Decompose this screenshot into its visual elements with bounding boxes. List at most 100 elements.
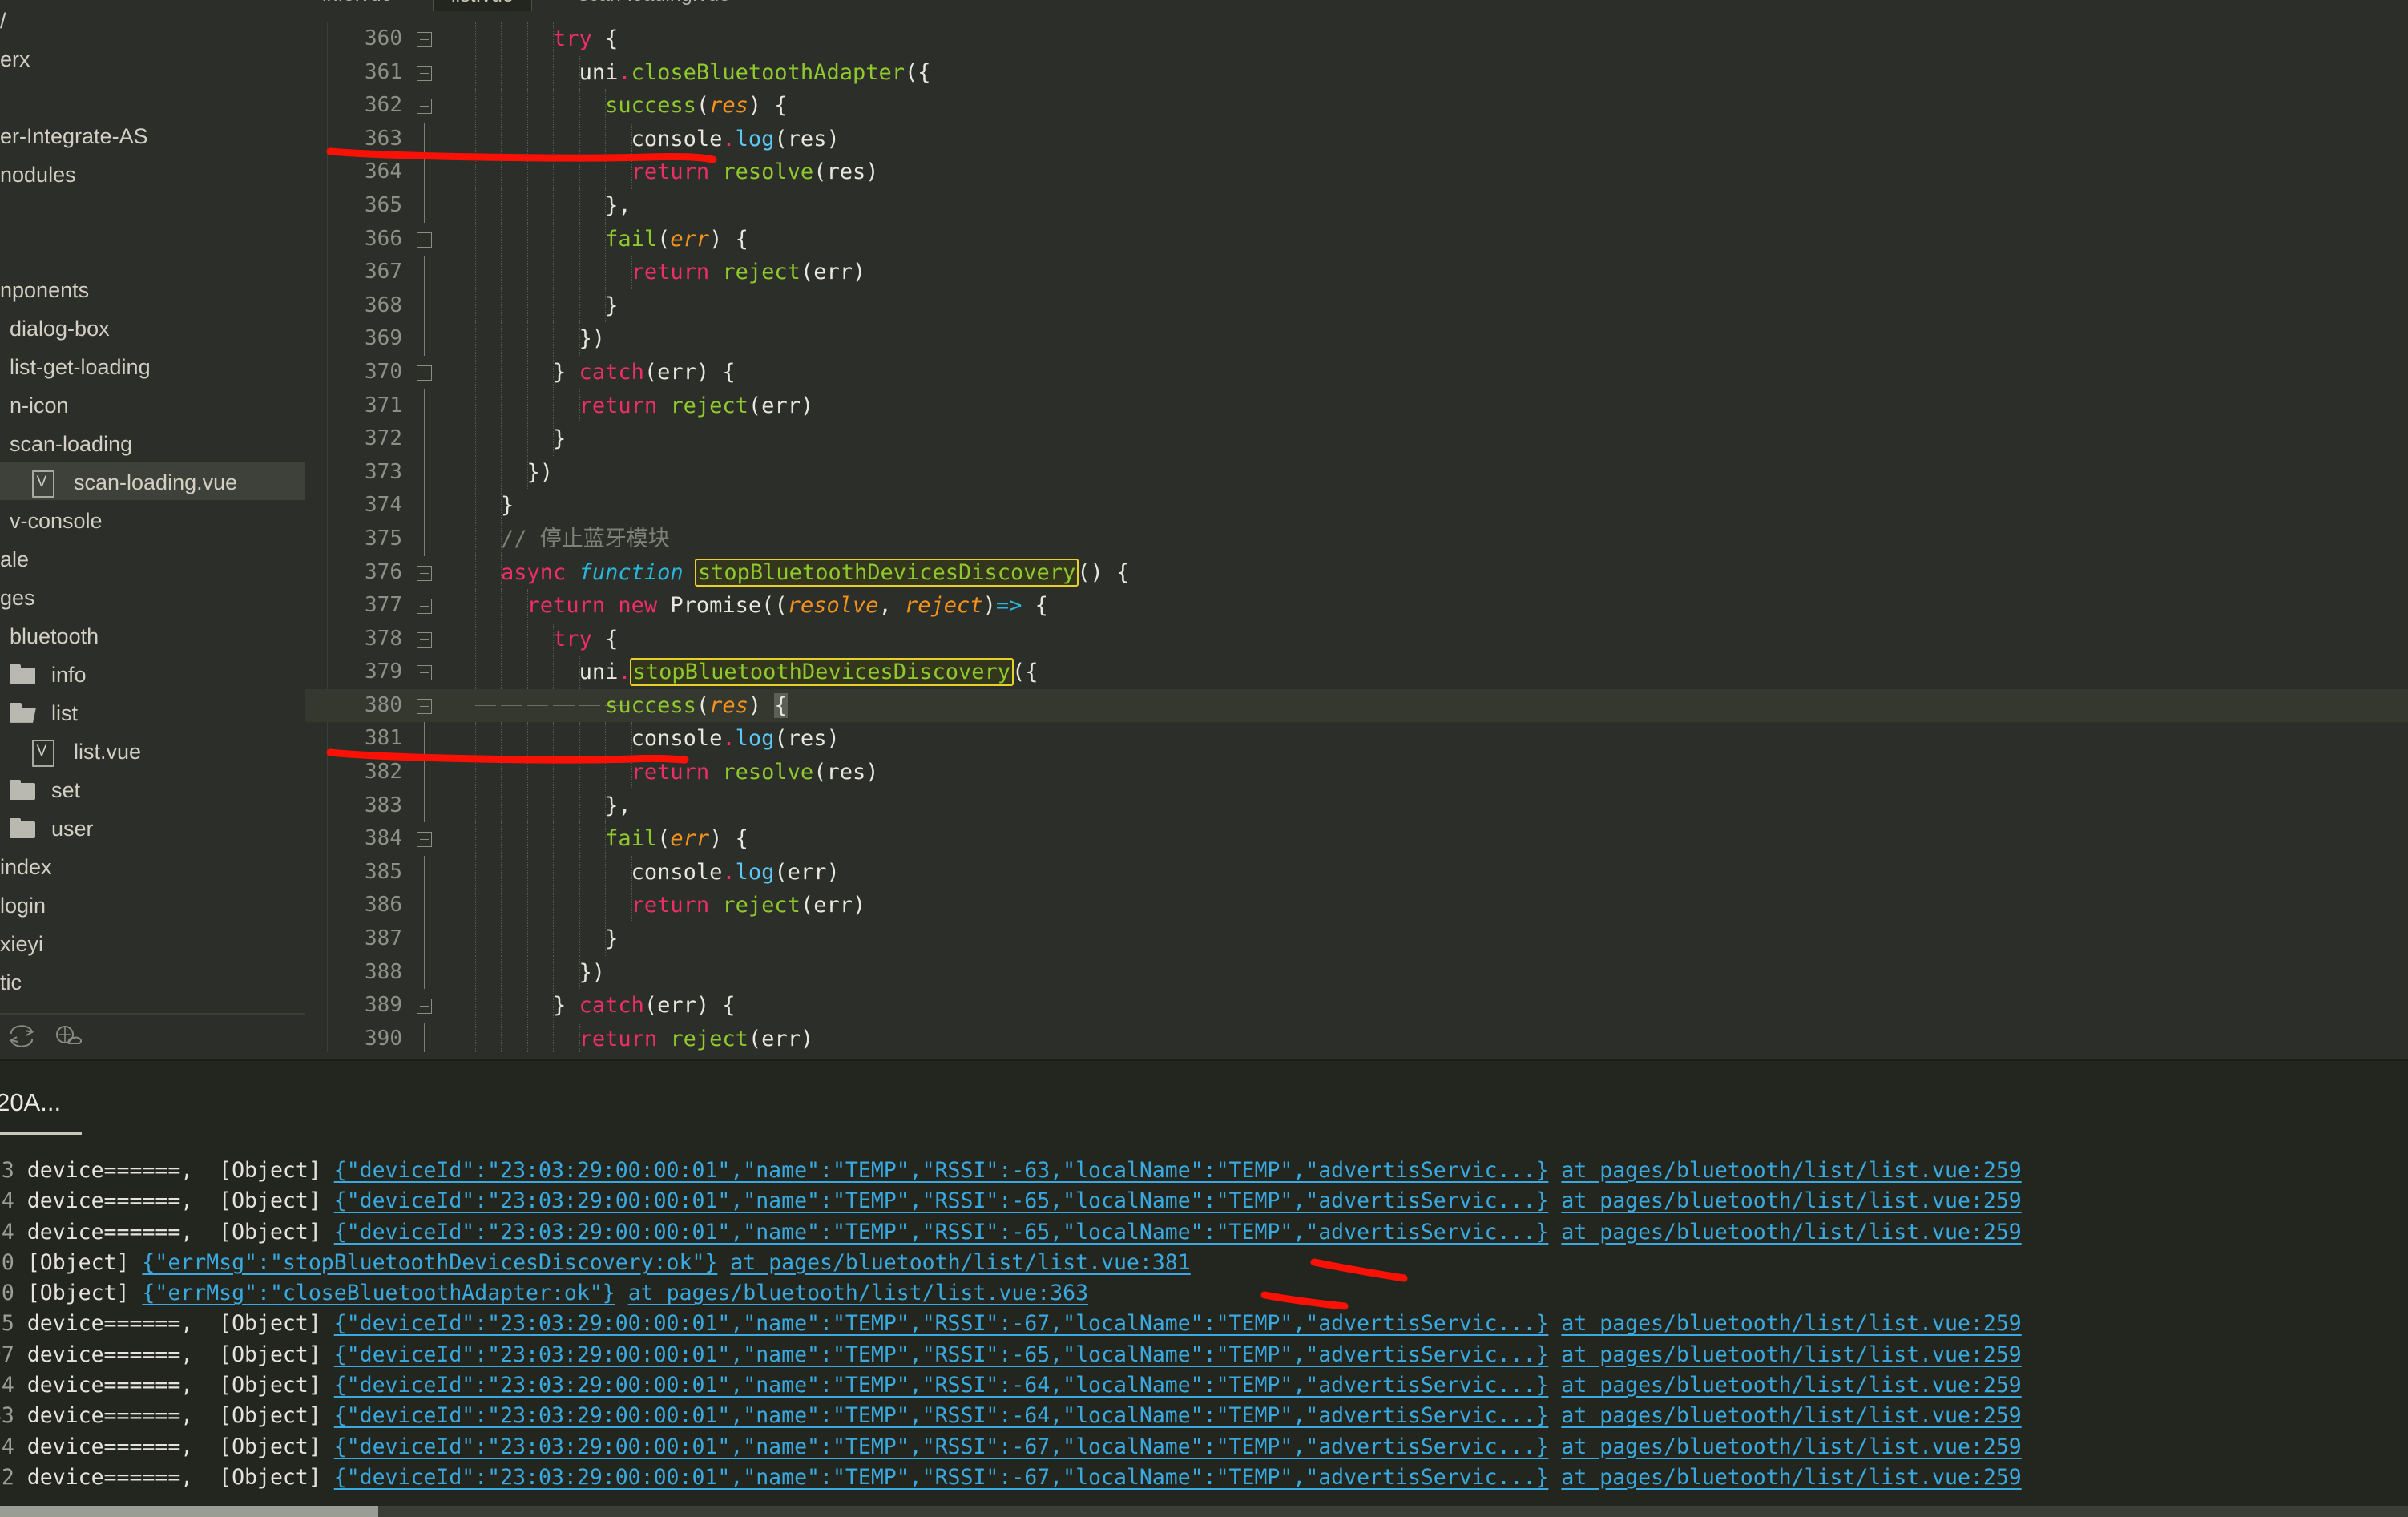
log-source-link[interactable]: at pages/bluetooth/list/list.vue:259 [1561, 1434, 2021, 1459]
log-source-link[interactable]: at pages/bluetooth/list/list.vue:259 [1561, 1311, 2021, 1336]
code-line-388[interactable]: 388 }) [305, 955, 2408, 990]
code-line-363[interactable]: 363 console.log(res) [305, 122, 2408, 156]
code-line-371[interactable]: 371 return reject(err) [305, 389, 2408, 423]
console-log-row[interactable]: 297 device======, [Object] {"deviceId":"… [0, 1340, 2384, 1370]
tree-item-set[interactable]: set [0, 769, 305, 808]
tree-item-list[interactable]: list [0, 692, 305, 731]
code-line-365[interactable]: 365 }, [305, 188, 2408, 223]
log-payload-link[interactable]: {"deviceId":"23:03:29:00:00:01","name":"… [334, 1220, 1549, 1245]
log-source-link[interactable]: at pages/bluetooth/list/list.vue:363 [628, 1281, 1088, 1305]
horizontal-scrollbar[interactable] [0, 1506, 2408, 1517]
code-editor[interactable]: 360 try {361 uni.closeBluetoothAdapter({… [305, 22, 2408, 1052]
code-line-370[interactable]: 370 } catch(err) { [305, 355, 2408, 389]
code-line-373[interactable]: 373 }) [305, 455, 2408, 490]
tab-scan-loading-vue[interactable]: scan-loading.vue [561, 0, 748, 11]
log-payload-link[interactable]: {"deviceId":"23:03:29:00:00:01","name":"… [334, 1373, 1549, 1398]
code-line-366[interactable]: 366 fail(err) { [305, 222, 2408, 256]
code-line-361[interactable]: 361 uni.closeBluetoothAdapter({ [305, 55, 2408, 90]
console-tab-bar[interactable]: DSLDU20A... [0, 1082, 2408, 1135]
tree-item-scan-loading[interactable]: scan-loading [0, 423, 305, 462]
tree-item-scan-loading-vue[interactable]: scan-loading.vue [0, 462, 305, 500]
log-payload-link[interactable]: {"deviceId":"23:03:29:00:00:01","name":"… [334, 1403, 1549, 1428]
log-source-link[interactable]: at pages/bluetooth/list/list.vue:259 [1561, 1342, 2021, 1367]
code-line-362[interactable]: 362 success(res) { [305, 89, 2408, 123]
log-payload-link[interactable]: {"deviceId":"23:03:29:00:00:01","name":"… [334, 1465, 1549, 1490]
fold-toggle-icon[interactable] [417, 631, 432, 648]
tree-item-index[interactable]: index [0, 846, 305, 885]
log-payload-link[interactable]: {"deviceId":"23:03:29:00:00:01","name":"… [334, 1434, 1549, 1459]
fold-toggle-icon[interactable] [417, 665, 432, 681]
log-payload-link[interactable]: {"errMsg":"stopBluetoothDevicesDiscovery… [142, 1250, 717, 1275]
console-device-tab[interactable]: DSLDU20A... [0, 1088, 61, 1117]
tree-item-xieyi[interactable]: xieyi [0, 923, 305, 962]
tab-list-vue[interactable]: list.vue [433, 0, 532, 11]
console-log-row[interactable]: 454 device======, [Object] {"deviceId":"… [0, 1186, 2384, 1216]
tree-item--[interactable]: / [0, 0, 305, 38]
fold-toggle-icon[interactable] [417, 232, 432, 248]
code-line-385[interactable]: 385 console.log(err) [305, 855, 2408, 890]
tree-item-list-vue[interactable]: list.vue [0, 731, 305, 769]
log-source-link[interactable]: at pages/bluetooth/list/list.vue:259 [1561, 1188, 2021, 1213]
code-line-384[interactable]: 384 fail(err) { [305, 822, 2408, 856]
code-line-376[interactable]: 376 async function stopBluetoothDevicesD… [305, 555, 2408, 590]
log-source-link[interactable]: at pages/bluetooth/list/list.vue:259 [1561, 1373, 2021, 1398]
log-payload-link[interactable]: {"deviceId":"23:03:29:00:00:01","name":"… [334, 1311, 1549, 1336]
console-log-row[interactable]: 470 [Object] {"errMsg":"closeBluetoothAd… [0, 1278, 2384, 1309]
log-source-link[interactable]: at pages/bluetooth/list/list.vue:259 [1561, 1220, 2021, 1245]
tree-item-nponents[interactable]: nponents [0, 269, 305, 308]
code-line-382[interactable]: 382 return resolve(res) [305, 756, 2408, 789]
console-log-list[interactable]: 423 device======, [Object] {"deviceId":"… [0, 1156, 2384, 1492]
fold-toggle-icon[interactable] [417, 832, 432, 848]
code-line-379[interactable]: 379 uni.stopBluetoothDevicesDiscovery({ [305, 656, 2408, 689]
log-payload-link[interactable]: {"errMsg":"closeBluetoothAdapter:ok"} [142, 1281, 615, 1305]
tree-item-bluetooth[interactable]: bluetooth [0, 615, 305, 654]
code-line-383[interactable]: 383 }, [305, 789, 2408, 823]
code-line-375[interactable]: 375 // 停止蓝牙模块 [305, 522, 2408, 556]
code-line-377[interactable]: 377 return new Promise((resolve, reject)… [305, 589, 2408, 623]
fold-toggle-icon[interactable] [417, 32, 432, 47]
console-log-row[interactable]: 454 device======, [Object] {"deviceId":"… [0, 1217, 2384, 1248]
tree-item-erx[interactable]: erx [0, 38, 305, 77]
tab-info-vue[interactable]: info.vue [305, 0, 410, 11]
console-log-row[interactable]: 032 device======, [Object] {"deviceId":"… [0, 1463, 2384, 1492]
code-line-390[interactable]: 390 return reject(err) [305, 1022, 2408, 1052]
code-line-386[interactable]: 386 return reject(err) [305, 889, 2408, 923]
log-payload-link[interactable]: {"deviceId":"23:03:29:00:00:01","name":"… [334, 1188, 1549, 1213]
code-line-372[interactable]: 372 } [305, 422, 2408, 456]
file-explorer-sidebar[interactable]: / erx er-Integrate-AS nodules nponents dialog… [0, 0, 305, 1014]
tree-item-list-get-loading[interactable]: list-get-loading [0, 346, 305, 385]
log-payload-link[interactable]: {"deviceId":"23:03:29:00:00:01","name":"… [334, 1342, 1549, 1367]
log-source-link[interactable]: at pages/bluetooth/list/list.vue:259 [1561, 1465, 2021, 1490]
console-log-row[interactable]: 470 [Object] {"errMsg":"stopBluetoothDev… [0, 1248, 2384, 1278]
tree-item-dialog-box[interactable]: dialog-box [0, 308, 305, 346]
code-line-380[interactable]: 380 success(res) { [305, 688, 2408, 723]
code-line-367[interactable]: 367 return reject(err) [305, 256, 2408, 289]
code-line-360[interactable]: 360 try { [305, 22, 2408, 56]
sync-icon[interactable] [8, 1024, 35, 1048]
fold-toggle-icon[interactable] [417, 65, 432, 81]
code-line-364[interactable]: 364 return resolve(res) [305, 155, 2408, 189]
console-panel[interactable]: DSLDU20A... 423 device======, [Object] {… [0, 1059, 2408, 1517]
horizontal-scrollbar-thumb[interactable] [0, 1506, 378, 1517]
code-line-374[interactable]: 374 } [305, 489, 2408, 522]
code-line-389[interactable]: 389 } catch(err) { [305, 989, 2408, 1023]
fold-toggle-icon[interactable] [417, 599, 432, 615]
tree-item-user[interactable]: user [0, 808, 305, 846]
console-log-row[interactable]: 243 device======, [Object] {"deviceId":"… [0, 1401, 2384, 1431]
console-log-row[interactable]: 954 device======, [Object] {"deviceId":"… [0, 1432, 2384, 1463]
tree-item-tic[interactable]: tic [0, 962, 305, 1000]
log-source-link[interactable]: at pages/bluetooth/list/list.vue:381 [730, 1250, 1190, 1275]
tree-item-ges[interactable]: ges [0, 577, 305, 615]
log-source-link[interactable]: at pages/bluetooth/list/list.vue:259 [1561, 1158, 2021, 1183]
tree-item-er-integrate-as[interactable]: er-Integrate-AS [0, 115, 305, 154]
tree-item-n-icon[interactable]: n-icon [0, 385, 305, 423]
console-log-row[interactable]: 423 device======, [Object] {"deviceId":"… [0, 1156, 2384, 1186]
tree-item-info[interactable]: info [0, 654, 305, 692]
fold-toggle-icon[interactable] [417, 698, 432, 714]
console-log-row[interactable]: 235 device======, [Object] {"deviceId":"… [0, 1309, 2384, 1339]
tree-item-login[interactable]: login [0, 885, 305, 923]
code-line-378[interactable]: 378 try { [305, 622, 2408, 656]
code-line-369[interactable]: 369 }) [305, 322, 2408, 356]
tree-item-ale[interactable]: ale [0, 539, 305, 577]
tree-item-nodules[interactable]: nodules [0, 154, 305, 192]
